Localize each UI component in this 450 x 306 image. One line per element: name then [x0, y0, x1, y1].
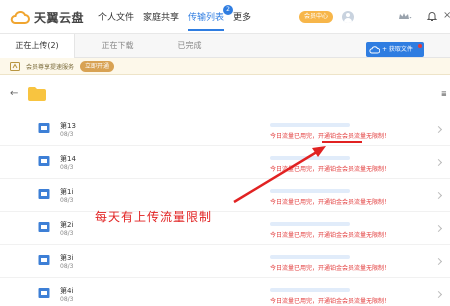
file-name: 第3i [60, 254, 74, 262]
app-logo[interactable]: 天翼云盘 [10, 9, 84, 26]
traffic-limit-message[interactable]: 今日流量已用完，开通铂金会员流量无限制！ [270, 263, 390, 272]
upload-progress [270, 255, 350, 259]
upload-progress [270, 189, 350, 193]
open-now-button[interactable]: 立即开通 [80, 61, 115, 72]
list-item[interactable]: 第13 08/3 今日流量已用完，开通铂金会员流量无限制！ [0, 113, 450, 146]
traffic-limit-message[interactable]: 今日流量已用完，开通铂金会员流量无限制！ [270, 164, 390, 173]
chevron-right-icon[interactable] [434, 257, 443, 266]
file-name: 第14 [60, 155, 76, 163]
file-name: 第2i [60, 221, 74, 229]
traffic-limit-message[interactable]: 今日流量已用完，开通铂金会员流量无限制！ [270, 230, 390, 239]
traffic-limit-message[interactable]: 今日流量已用完，开通铂金会员流量无限制！ [270, 197, 390, 206]
upload-list: 第13 08/3 今日流量已用完，开通铂金会员流量无限制！ 第14 08/3 今… [0, 113, 450, 306]
file-date: 08/3 [60, 131, 74, 138]
promo-bar: 会员尊享提速服务 立即开通 [0, 58, 450, 75]
list-view-icon[interactable]: ≣ [441, 90, 447, 98]
file-icon [38, 254, 50, 266]
traffic-limit-message[interactable]: 今日流量已用完，开通铂金会员流量无限制！ [270, 296, 390, 305]
get-file-label: + 获取文件 [382, 46, 413, 53]
back-arrow-icon[interactable]: ← [10, 89, 18, 99]
file-icon [38, 221, 50, 233]
file-date: 08/3 [60, 230, 74, 237]
main-nav: 个人文件 家庭共享 传输列表 2 更多 [98, 5, 260, 31]
nav-transfer-list-label: 传输列表 [188, 13, 225, 23]
nav-more[interactable]: 更多 [233, 10, 251, 23]
file-name: 第4i [60, 287, 74, 295]
chevron-right-icon[interactable] [434, 158, 443, 167]
traffic-limit-message[interactable]: 今日流量已用完，开通铂金会员流量无限制！ [270, 131, 390, 140]
path-bar: ← ≣ [0, 75, 450, 113]
folder-icon [28, 87, 46, 101]
file-date: 08/3 [60, 164, 74, 171]
nav-personal-files[interactable]: 个人文件 [98, 10, 134, 23]
vip-center-button[interactable]: 会员中心 [299, 11, 334, 23]
tab-completed[interactable]: 已完成 [152, 34, 227, 58]
close-icon[interactable]: × [443, 11, 450, 21]
cloud-upload-icon [369, 45, 381, 54]
chevron-right-icon[interactable] [434, 290, 443, 299]
list-item[interactable]: 第2i 08/3 今日流量已用完，开通铂金会员流量无限制！ [0, 212, 450, 245]
get-file-button[interactable]: + 获取文件 [366, 42, 424, 57]
cloud-logo-icon [10, 10, 30, 25]
file-date: 08/3 [60, 197, 74, 204]
chevron-right-icon[interactable] [434, 125, 443, 134]
tab-uploading[interactable]: 正在上传(2) [0, 34, 75, 59]
bell-icon[interactable] [426, 10, 438, 22]
chevron-right-icon[interactable] [434, 191, 443, 200]
file-icon [38, 155, 50, 167]
file-icon [38, 188, 50, 200]
transfer-count-badge: 2 [223, 5, 234, 15]
list-item[interactable]: 第14 08/3 今日流量已用完，开通铂金会员流量无限制！ [0, 146, 450, 179]
top-bar: 天翼云盘 个人文件 家庭共享 传输列表 2 更多 会员中心 × [0, 0, 450, 34]
nav-transfer-list[interactable]: 传输列表 2 [188, 5, 234, 31]
list-item[interactable]: 第1i 08/3 今日流量已用完，开通铂金会员流量无限制！ [0, 179, 450, 212]
file-icon [38, 287, 50, 299]
upload-progress [270, 123, 350, 127]
chevron-right-icon[interactable] [434, 224, 443, 233]
file-icon [38, 122, 50, 134]
annotation-label: 每天有上传流量限制 [95, 210, 213, 224]
nav-family-share[interactable]: 家庭共享 [143, 10, 179, 23]
upload-progress [270, 156, 350, 160]
list-item[interactable]: 第3i 08/3 今日流量已用完，开通铂金会员流量无限制！ [0, 245, 450, 278]
avatar[interactable] [342, 11, 354, 23]
tab-downloading[interactable]: 正在下载 [80, 34, 155, 58]
file-name: 第13 [60, 122, 76, 130]
crown-dropdown-icon[interactable] [398, 12, 412, 22]
file-name: 第1i [60, 188, 74, 196]
speed-boost-icon [10, 62, 20, 71]
notification-dot [418, 44, 422, 48]
file-date: 08/3 [60, 263, 74, 270]
upload-progress [270, 222, 350, 226]
app-title: 天翼云盘 [34, 11, 85, 25]
promo-text: 会员尊享提速服务 [26, 64, 75, 71]
upload-progress [270, 288, 350, 292]
file-date: 08/3 [60, 296, 74, 303]
list-item[interactable]: 第4i 08/3 今日流量已用完，开通铂金会员流量无限制！ [0, 278, 450, 306]
